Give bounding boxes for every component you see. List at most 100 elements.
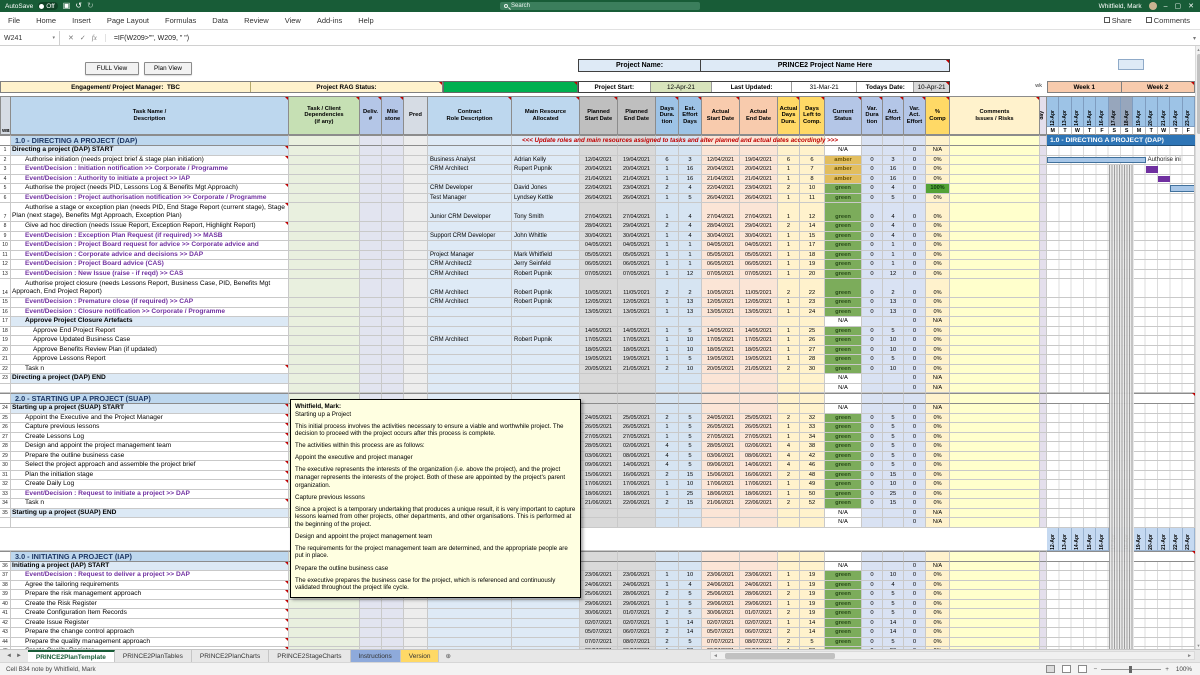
cell-va[interactable]: 0: [904, 384, 926, 394]
cell-cm[interactable]: [950, 384, 1040, 394]
cell-dlv[interactable]: [360, 175, 382, 185]
cell-ae[interactable]: 17/06/2021: [740, 480, 778, 490]
cell-mil[interactable]: [382, 609, 404, 619]
menu-item-insert[interactable]: Insert: [72, 16, 91, 25]
cell-va[interactable]: 0: [904, 327, 926, 337]
cell-ad[interactable]: 1: [778, 423, 800, 433]
cell-ae[interactable]: [740, 404, 778, 414]
cell-day[interactable]: [1040, 509, 1047, 519]
cell-vd[interactable]: 0: [862, 184, 883, 194]
cell-va[interactable]: 0: [904, 308, 926, 318]
cell-name[interactable]: Create Issue Register: [11, 619, 289, 629]
cell-ee[interactable]: [679, 317, 702, 327]
cell-pe[interactable]: 26/05/2021: [618, 423, 656, 433]
redo-icon[interactable]: ↻: [87, 2, 94, 10]
cell-va[interactable]: 0: [904, 346, 926, 356]
cell-res[interactable]: Lyndsey Kettle: [512, 194, 580, 204]
cell-pe[interactable]: 27/05/2021: [618, 433, 656, 443]
cell-as[interactable]: 21/06/2021: [702, 499, 740, 509]
search-input[interactable]: Search: [500, 2, 700, 10]
cell-cm[interactable]: [950, 374, 1040, 384]
tab-nav-left-icon[interactable]: ◄: [6, 653, 12, 659]
cell-day[interactable]: [1040, 298, 1047, 308]
cell-va[interactable]: 0: [904, 471, 926, 481]
cell-prd[interactable]: [404, 384, 428, 394]
cell-af[interactable]: 5: [883, 414, 904, 424]
cell-va[interactable]: 0: [904, 600, 926, 610]
cell-dl[interactable]: 18: [800, 251, 825, 261]
cell-wbs[interactable]: 4: [0, 175, 11, 185]
gantt-date-cell[interactable]: 14-Apr: [1072, 97, 1084, 127]
cell-va[interactable]: 0: [904, 355, 926, 365]
cell-ps[interactable]: 28/05/2021: [580, 442, 618, 452]
cell-mil[interactable]: [382, 638, 404, 648]
cell-af[interactable]: 4: [883, 184, 904, 194]
cell-vd[interactable]: [862, 509, 883, 519]
cell-as[interactable]: 24/06/2021: [702, 581, 740, 591]
cell-af[interactable]: [883, 146, 904, 156]
cell-cm[interactable]: [950, 194, 1040, 204]
cell-vd[interactable]: 0: [862, 260, 883, 270]
cell-dd[interactable]: 1: [656, 194, 679, 204]
cell-as[interactable]: 06/05/2021: [702, 260, 740, 270]
cell-pe[interactable]: 02/07/2021: [618, 619, 656, 629]
cell-ad[interactable]: 2: [778, 609, 800, 619]
cell-st[interactable]: green: [825, 270, 862, 280]
cell-pc[interactable]: 0%: [926, 194, 950, 204]
cell-ee[interactable]: 14: [679, 628, 702, 638]
cell-af[interactable]: [883, 562, 904, 572]
cell-wbs[interactable]: 42: [0, 619, 11, 629]
cell-name[interactable]: Event/Decision : Premature close (if req…: [11, 298, 289, 308]
cell-cm[interactable]: [950, 308, 1040, 318]
cell-rol[interactable]: CRM Architect: [428, 336, 512, 346]
cell-ad[interactable]: 1: [778, 600, 800, 610]
cell-dd[interactable]: 1: [656, 423, 679, 433]
cell-name[interactable]: Event/Decision : Initiation notification…: [11, 165, 289, 175]
cell-mil[interactable]: [382, 184, 404, 194]
cell-ae[interactable]: [740, 518, 778, 528]
cell-dl[interactable]: 28: [800, 355, 825, 365]
cell-dd[interactable]: 2: [656, 279, 679, 298]
cell-ae[interactable]: 30/04/2021: [740, 232, 778, 242]
cell-mil[interactable]: [382, 260, 404, 270]
cell-va[interactable]: 0: [904, 581, 926, 591]
cell-st[interactable]: green: [825, 442, 862, 452]
cell-day[interactable]: [1040, 452, 1047, 462]
cell-as[interactable]: 23/06/2021: [702, 571, 740, 581]
cell-dlv[interactable]: [360, 619, 382, 629]
cell-ps[interactable]: 24/05/2021: [580, 414, 618, 424]
cell-vd[interactable]: 0: [862, 194, 883, 204]
cell-ad[interactable]: [778, 317, 800, 327]
cell-ee[interactable]: 5: [679, 461, 702, 471]
cell-dlv[interactable]: [360, 270, 382, 280]
normal-view-icon[interactable]: [1046, 665, 1055, 673]
namebox-dropdown-icon[interactable]: ▾: [52, 35, 55, 41]
cell-cm[interactable]: [950, 518, 1040, 528]
cell-ps[interactable]: 03/06/2021: [580, 452, 618, 462]
cell-dd[interactable]: 1: [656, 203, 679, 222]
cell-cm[interactable]: [950, 581, 1040, 591]
cell-ae[interactable]: 06/07/2021: [740, 628, 778, 638]
cell-ee[interactable]: 5: [679, 423, 702, 433]
cell-cm[interactable]: [950, 509, 1040, 519]
cell-name[interactable]: Authorise a stage or exception plan (nee…: [11, 203, 289, 222]
col-header-mil[interactable]: Mile stone: [382, 96, 404, 135]
cell-ps[interactable]: 28/04/2021: [580, 222, 618, 232]
cell-ps[interactable]: 26/05/2021: [580, 423, 618, 433]
cell-pe[interactable]: 11/05/2021: [618, 279, 656, 298]
cell-pc[interactable]: 100%: [926, 184, 950, 194]
task-row[interactable]: 4Event/Decision : Authority to initiate …: [0, 175, 1195, 185]
cell-wbs[interactable]: 24: [0, 404, 11, 414]
cell-ee[interactable]: 13: [679, 308, 702, 318]
cell-ps[interactable]: 12/05/2021: [580, 298, 618, 308]
cell-ae[interactable]: [740, 509, 778, 519]
cell-va[interactable]: 0: [904, 571, 926, 581]
cell-name[interactable]: Starting up a project (SUAP) START: [11, 404, 289, 414]
cell-mil[interactable]: [382, 619, 404, 629]
gantt-milestone[interactable]: [1146, 166, 1158, 173]
cell-dlv[interactable]: [360, 146, 382, 156]
cell-res[interactable]: [512, 638, 580, 648]
cell-va[interactable]: 0: [904, 251, 926, 261]
cell-af[interactable]: 5: [883, 452, 904, 462]
cell-dl[interactable]: 23: [800, 298, 825, 308]
